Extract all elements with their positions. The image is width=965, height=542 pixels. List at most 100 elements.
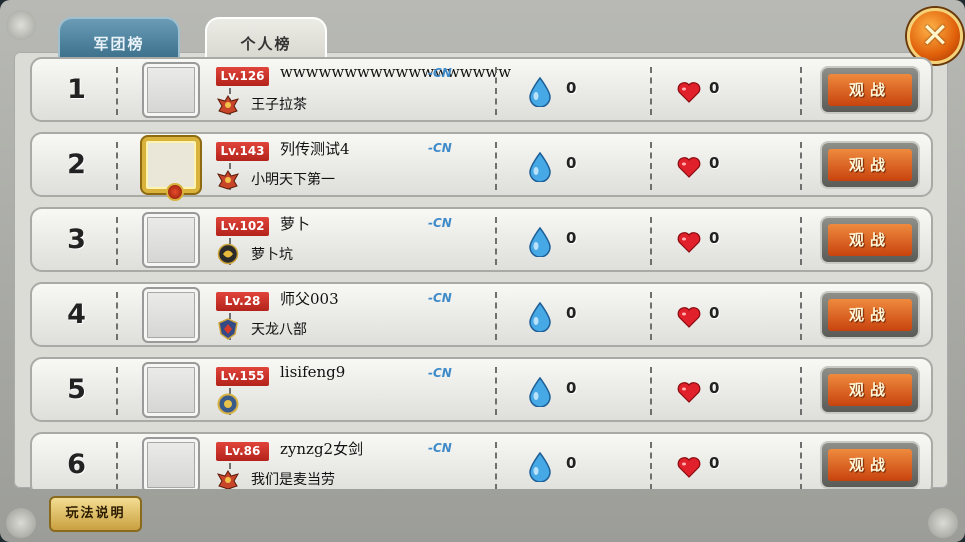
round-emblem-icon [217,393,239,415]
divider [800,367,802,415]
heart-count: 0 [709,304,720,322]
server-tag: -CN [428,216,452,230]
divider [650,367,652,415]
ranking-row: 3 Lv.102 萝卜 -CN 萝卜坑 0 0 观战 [30,207,933,272]
server-tag: -CN [428,66,452,80]
server-tag: -CN [428,441,452,455]
water-drop-icon [528,76,552,108]
water-count: 0 [566,154,577,172]
watch-battle-button[interactable]: 观战 [822,293,918,337]
guild-name: 天龙八部 [251,322,307,338]
water-count: 0 [566,379,577,397]
player-avatar-slot[interactable] [142,137,200,201]
water-count: 0 [566,304,577,322]
winged-emblem-icon [216,93,240,115]
rank-number: 5 [67,374,86,405]
shield-emblem-icon [217,318,238,340]
divider [650,217,652,265]
ranking-row: 6 Lv.86 zynzg2女剑 -CN 我们是麦当劳 0 0 观战 [30,432,933,489]
ranking-row: 1 Lv.126 wwwwwwwwwwwwwwwwww -CN 王子拉茶 0 0 观战 [30,57,933,122]
watch-battle-label: 观战 [828,374,912,406]
rank-number: 1 [67,74,86,105]
watch-battle-button[interactable]: 观战 [822,143,918,187]
ranking-row: 5 Lv.155 lisifeng9 -CN 0 0 观战 [30,357,933,422]
player-avatar-slot[interactable] [142,62,200,118]
heart-count: 0 [709,229,720,247]
level-badge: Lv.143 [216,142,269,161]
heart-icon [677,456,701,478]
divider [495,142,497,190]
watch-battle-label: 观战 [828,449,912,481]
divider [495,217,497,265]
level-badge: Lv.86 [216,442,269,461]
watch-battle-button[interactable]: 观战 [822,68,918,112]
divider [495,67,497,115]
water-drop-icon [528,151,552,183]
ranking-list[interactable]: 1 Lv.126 wwwwwwwwwwwwwwwwww -CN 王子拉茶 0 0 观战 2 Lv.… [30,57,934,489]
guild-name: 小明天下第一 [251,172,335,188]
divider [116,367,118,415]
tab-legion-ranking[interactable]: 军团榜 [58,17,180,59]
divider [650,442,652,489]
rank-number: 2 [67,149,86,180]
divider [650,142,652,190]
heart-count: 0 [709,79,720,97]
player-avatar-slot[interactable] [142,212,200,268]
watch-battle-button[interactable]: 观战 [822,218,918,262]
divider [800,67,802,115]
divider [800,442,802,489]
divider [495,367,497,415]
water-count: 0 [566,454,577,472]
divider [495,292,497,340]
tab-personal-ranking[interactable]: 个人榜 [205,17,327,59]
rank-number: 6 [67,449,86,480]
server-tag: -CN [428,141,452,155]
divider [800,217,802,265]
player-name: zynzg2女剑 [280,440,364,458]
ranking-row: 2 Lv.143 列传测试4 -CN 小明天下第一 0 0 观战 [30,132,933,201]
close-button[interactable]: ✕ [907,8,963,64]
level-badge: Lv.126 [216,67,269,86]
water-drop-icon [528,301,552,333]
heart-icon [677,306,701,328]
help-button[interactable]: 玩法说明 [49,496,142,532]
server-tag: -CN [428,291,452,305]
heart-icon [677,231,701,253]
heart-icon [677,156,701,178]
winged-emblem-icon [216,468,240,489]
watch-battle-button[interactable]: 观战 [822,443,918,487]
divider [116,67,118,115]
player-name: 列传测试4 [280,140,350,158]
watch-battle-button[interactable]: 观战 [822,368,918,412]
watch-battle-label: 观战 [828,224,912,256]
player-avatar-slot[interactable] [142,362,200,418]
swirl-emblem-icon [217,243,239,265]
divider [116,292,118,340]
player-name: lisifeng9 [280,363,346,381]
divider [495,442,497,489]
player-name: wwwwwwwwwwwwwwwwww [280,63,512,81]
heart-count: 0 [709,454,720,472]
guild-name: 我们是麦当劳 [251,472,335,488]
watch-battle-label: 观战 [828,74,912,106]
heart-count: 0 [709,379,720,397]
watch-battle-label: 观战 [828,149,912,181]
level-badge: Lv.28 [216,292,269,311]
divider [116,142,118,190]
guild-name: 萝卜坑 [251,247,293,263]
corner-ornament-icon [6,10,36,40]
heart-icon [677,81,701,103]
player-avatar-slot[interactable] [142,287,200,343]
player-avatar-slot[interactable] [142,437,200,489]
heart-icon [677,381,701,403]
water-count: 0 [566,229,577,247]
water-count: 0 [566,79,577,97]
ranking-row: 4 Lv.28 师父003 -CN 天龙八部 0 0 观战 [30,282,933,347]
divider [650,292,652,340]
corner-ornament-icon [928,508,958,538]
player-name: 师父003 [280,290,339,308]
divider [800,142,802,190]
rank-number: 3 [67,224,86,255]
winged-emblem-icon [216,168,240,190]
rank-number: 4 [67,299,86,330]
